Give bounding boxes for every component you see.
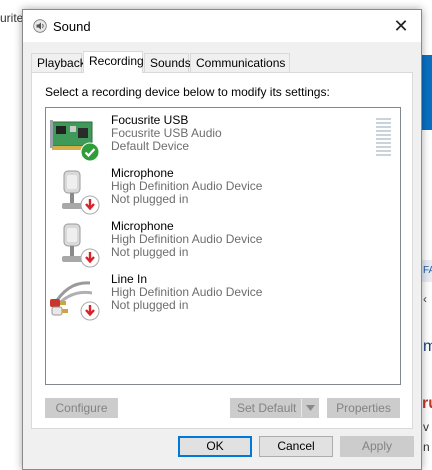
device-status: Not plugged in	[111, 192, 189, 206]
recording-panel: Select a recording device below to modif…	[31, 72, 413, 429]
tab-playback[interactable]: Playback	[31, 53, 86, 72]
speaker-icon	[33, 19, 47, 33]
set-default-dropdown[interactable]	[301, 399, 318, 417]
background-partial-text: v	[423, 420, 429, 434]
default-check-icon	[80, 142, 100, 162]
tab-communications[interactable]: Communications	[190, 53, 290, 72]
tab-sounds[interactable]: Sounds	[144, 53, 191, 72]
tab-recording[interactable]: Recording	[83, 51, 144, 73]
background-partial-text: urite	[0, 11, 24, 25]
title-bar[interactable]: Sound ✕	[23, 10, 421, 42]
set-default-label: Set Default	[237, 401, 297, 415]
background-partial-text: FA	[423, 265, 432, 276]
apply-button[interactable]: Apply	[340, 436, 414, 457]
set-default-button[interactable]: Set Default	[230, 398, 319, 418]
unplugged-arrow-icon	[80, 195, 100, 215]
device-status: Not plugged in	[111, 298, 189, 312]
device-item[interactable]: Line In High Definition Audio Device Not…	[46, 269, 400, 321]
background-chevron: ‹	[423, 292, 427, 306]
unplugged-arrow-icon	[80, 248, 100, 268]
sound-dialog: Sound ✕ Playback Recording Sounds Commun…	[22, 9, 422, 470]
ok-button[interactable]: OK	[178, 436, 252, 457]
background-partial-text: n	[423, 440, 430, 454]
configure-button[interactable]: Configure	[45, 398, 118, 418]
close-icon: ✕	[393, 15, 409, 36]
device-item[interactable]: Microphone High Definition Audio Device …	[46, 163, 400, 215]
cancel-button[interactable]: Cancel	[259, 436, 333, 457]
background-blue-banner	[422, 55, 432, 130]
window-title: Sound	[53, 19, 91, 34]
close-button[interactable]: ✕	[381, 10, 421, 42]
device-status: Not plugged in	[111, 245, 189, 259]
device-item[interactable]: Focusrite USB Focusrite USB Audio Defaul…	[46, 110, 400, 162]
level-meter	[376, 118, 391, 158]
properties-button[interactable]: Properties	[327, 398, 400, 418]
recording-device-list[interactable]: Focusrite USB Focusrite USB Audio Defaul…	[45, 107, 401, 385]
background-partial-text: m	[423, 338, 432, 355]
device-status: Default Device	[111, 139, 190, 153]
unplugged-arrow-icon	[80, 301, 100, 321]
device-item[interactable]: Microphone High Definition Audio Device …	[46, 216, 400, 268]
instruction-text: Select a recording device below to modif…	[45, 85, 330, 99]
background-partial-text: ru	[422, 395, 432, 412]
chevron-down-icon	[305, 405, 315, 411]
